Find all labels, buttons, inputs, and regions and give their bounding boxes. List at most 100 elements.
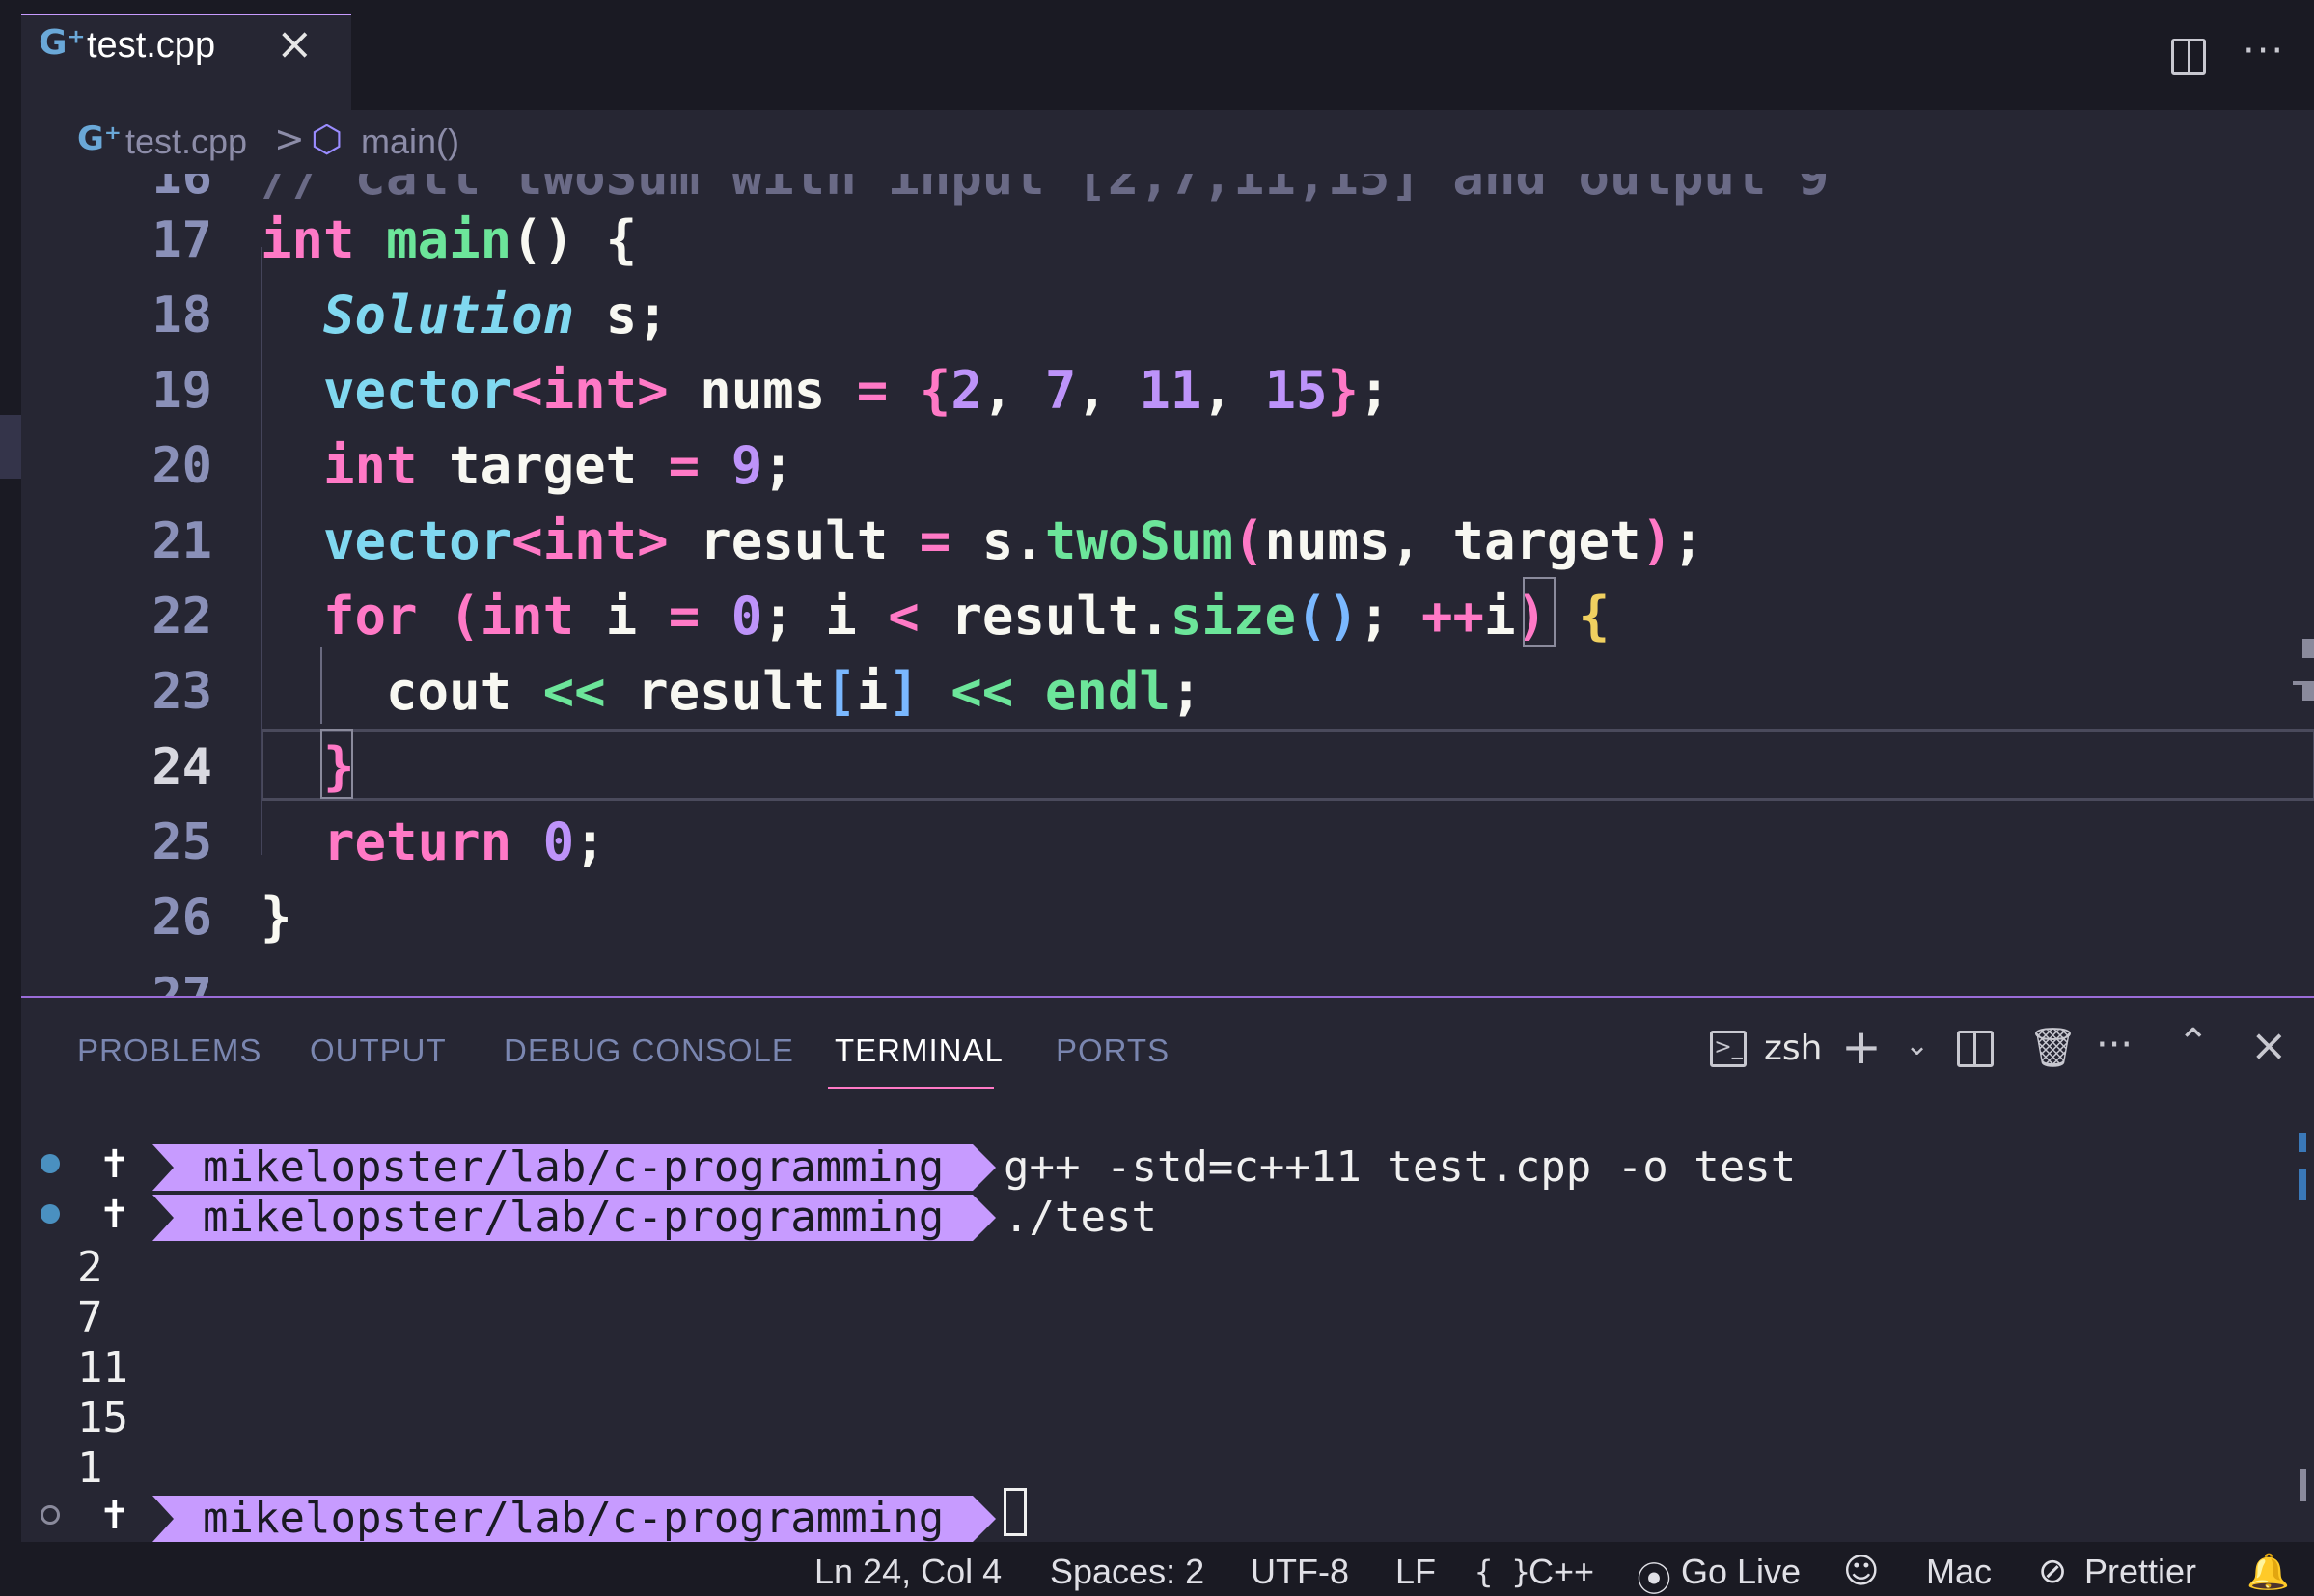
tab-problems[interactable]: PROBLEMS — [77, 1032, 262, 1069]
tab-ports[interactable]: PORTS — [1056, 1032, 1170, 1069]
terminal-command: ./test — [1004, 1193, 1157, 1242]
scrollbar-thumb[interactable] — [2300, 1469, 2306, 1501]
code-token: 11 — [1139, 360, 1202, 421]
line-number: 21 — [152, 512, 212, 570]
code-token: int — [480, 586, 575, 647]
code-token: target — [417, 435, 669, 496]
code-line[interactable]: 20 int target = 9; — [21, 428, 2314, 504]
line-number: 17 — [152, 211, 212, 269]
code-token: int — [542, 510, 638, 571]
code-token: nums — [668, 360, 857, 421]
more-actions-icon[interactable]: ··· — [2096, 1023, 2133, 1067]
code-token: [ — [825, 661, 857, 722]
code-token: ; — [1358, 586, 1422, 647]
code-token: ( — [449, 586, 481, 647]
command-success-dot[interactable] — [41, 1204, 60, 1224]
terminal-output-line: 7 — [77, 1293, 103, 1342]
tab-output[interactable]: OUTPUT — [310, 1032, 447, 1069]
code-token: int — [323, 435, 418, 496]
terminal-icon: >_ — [1710, 1031, 1747, 1067]
code-token: < — [511, 510, 543, 571]
status-bar: Ln 24, Col 4 Spaces: 2 UTF-8 LF { } C++ … — [0, 1542, 2314, 1596]
code-token: endl — [1044, 661, 1171, 722]
code-line[interactable]: 17 int main() { — [21, 203, 2314, 278]
command-success-dot[interactable] — [41, 1154, 60, 1173]
bracket-match-open — [1523, 577, 1556, 647]
trash-icon[interactable]: 🗑 — [2028, 1025, 2078, 1070]
code-text: Solution s; — [261, 278, 669, 353]
code-token: > — [637, 360, 669, 421]
code-text: vector<int> result = s.twoSum(nums, targ… — [261, 504, 1704, 579]
close-icon[interactable]: × — [276, 17, 314, 69]
active-tab-indicator — [828, 1087, 994, 1089]
code-editor[interactable]: 16 // call twoSum with input [2,7,11,15]… — [21, 174, 2314, 996]
activity-bar-edge — [0, 0, 21, 1544]
editor-tab-bar: G⁺ test.cpp × ··· — [0, 0, 2314, 110]
code-token: result — [605, 661, 826, 722]
code-token: vector — [323, 510, 512, 571]
status-cursor-position[interactable]: Ln 24, Col 4 — [814, 1552, 1002, 1592]
code-token: , — [1201, 360, 1265, 421]
code-line[interactable]: 26} — [21, 880, 2314, 955]
code-token: 2 — [950, 360, 982, 421]
split-editor-icon[interactable] — [2171, 39, 2206, 75]
code-text: int main() { — [261, 203, 637, 278]
tab-label[interactable]: test.cpp — [87, 25, 215, 67]
bell-icon[interactable]: 🔔 — [2246, 1552, 2290, 1592]
code-token: { — [919, 360, 951, 421]
line-number: 18 — [152, 287, 212, 344]
code-line[interactable]: 22 for (int i = 0; i < result.size(); ++… — [21, 579, 2314, 654]
code-line[interactable]: 21 vector<int> result = s.twoSum(nums, t… — [21, 504, 2314, 579]
line-number: 19 — [152, 362, 212, 420]
breadcrumb-file[interactable]: test.cpp — [125, 122, 247, 162]
code-line[interactable]: 25 return 0; — [21, 805, 2314, 880]
status-indentation[interactable]: Spaces: 2 — [1050, 1552, 1204, 1592]
status-prettier[interactable]: Prettier — [2084, 1552, 2196, 1592]
code-line[interactable]: 23 cout << result[i] << endl; — [21, 654, 2314, 729]
code-line[interactable]: 18 Solution s; — [21, 278, 2314, 353]
chevron-down-icon[interactable]: ⌄ — [1905, 1029, 1929, 1062]
code-line-partial-bottom: 27 — [21, 959, 2314, 996]
cpp-file-icon: G⁺ — [77, 120, 122, 158]
tab-terminal[interactable]: TERMINAL — [835, 1032, 1004, 1069]
code-token: 7 — [1044, 360, 1077, 421]
bracket-match-close — [320, 729, 353, 799]
tab-debug-console[interactable]: DEBUG CONSOLE — [504, 1032, 794, 1069]
code-line[interactable]: 24 } — [21, 729, 2314, 805]
code-token: return — [323, 812, 512, 872]
code-token: ] — [888, 661, 920, 722]
prompt-notch — [152, 1144, 174, 1191]
code-token: nums, target — [1264, 510, 1641, 571]
code-token: i — [856, 661, 889, 722]
terminal-output-line: 1 — [77, 1444, 103, 1493]
status-go-live[interactable]: Go Live — [1681, 1552, 1801, 1592]
code-token: = — [919, 510, 951, 571]
add-terminal-icon[interactable]: + — [1841, 1019, 1882, 1075]
close-panel-icon[interactable]: × — [2250, 1019, 2288, 1071]
more-actions-icon[interactable]: ··· — [2243, 29, 2285, 73]
code-token: > — [637, 510, 669, 571]
status-mac[interactable]: Mac — [1926, 1552, 1992, 1592]
code-token: i — [574, 586, 669, 647]
terminal-output-line: 2 — [77, 1243, 103, 1292]
code-line[interactable]: 19 vector<int> nums = {2, 7, 11, 15}; — [21, 353, 2314, 428]
status-language[interactable]: C++ — [1529, 1552, 1594, 1592]
shell-label[interactable]: zsh — [1764, 1029, 1822, 1068]
code-token: < — [888, 586, 920, 647]
code-token: ; — [1170, 661, 1202, 722]
command-pending-dot — [41, 1505, 60, 1525]
chevron-up-icon[interactable]: ⌃ — [2177, 1021, 2210, 1065]
line-number: 23 — [152, 663, 212, 721]
breadcrumb-symbol[interactable]: main() — [361, 122, 459, 162]
code-text: } — [261, 880, 292, 955]
code-token: ; — [762, 435, 794, 496]
status-eol[interactable]: LF — [1395, 1552, 1436, 1592]
copilot-icon[interactable]: ☺ — [1843, 1552, 1880, 1591]
activity-bar-marker — [0, 415, 21, 479]
status-encoding[interactable]: UTF-8 — [1251, 1552, 1349, 1592]
